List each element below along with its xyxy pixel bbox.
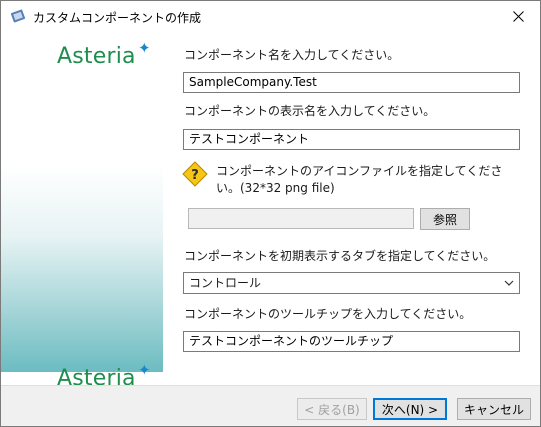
icon-file-label: コンポーネントのアイコンファイルを指定してくださ	[216, 164, 503, 178]
cancel-button[interactable]: キャンセル	[457, 398, 531, 420]
chevron-down-icon	[504, 280, 514, 286]
title-bar: カスタムコンポーネントの作成	[1, 1, 540, 31]
initial-tab-label: コンポーネントを初期表示するタブを指定してください。	[184, 249, 496, 263]
next-button[interactable]: 次へ(N) >	[373, 398, 447, 420]
tooltip-field[interactable]: テストコンポーネントのツールチップ	[183, 331, 520, 352]
close-button[interactable]	[496, 1, 540, 31]
svg-text:?: ?	[191, 168, 199, 183]
initial-tab-value: コントロール	[189, 276, 262, 290]
wizard-footer: < 戻る(B) 次へ(N) > キャンセル	[1, 385, 540, 426]
wizard-content: コンポーネント名を入力してください。 SampleCompany.Test コン…	[163, 31, 540, 385]
sparkle-icon: ✦	[137, 39, 151, 57]
app-icon	[10, 8, 26, 24]
display-name-field[interactable]: テストコンポーネント	[183, 129, 520, 150]
component-name-field[interactable]: SampleCompany.Test	[183, 72, 520, 93]
tooltip-label: コンポーネントのツールチップを入力してください。	[184, 307, 472, 321]
browse-button[interactable]: 参照	[420, 208, 470, 230]
icon-path-field	[188, 208, 414, 229]
question-warning-icon: ?	[182, 161, 208, 187]
display-name-label: コンポーネントの表示名を入力してください。	[184, 104, 436, 118]
close-icon	[512, 10, 524, 22]
dialog-window: カスタムコンポーネントの作成 Asteria ✦ Asteria ✦ コンポーネ…	[0, 0, 541, 427]
sparkle-icon: ✦	[137, 361, 151, 379]
back-button[interactable]: < 戻る(B)	[297, 398, 367, 420]
initial-tab-select[interactable]: コントロール	[183, 272, 520, 294]
window-title: カスタムコンポーネントの作成	[33, 11, 202, 25]
logo-top: Asteria ✦	[57, 39, 151, 69]
wizard-sidebar: Asteria ✦ Asteria ✦	[1, 31, 163, 415]
icon-file-label-cont: い。(32*32 png file)	[216, 181, 335, 195]
logo-text: Asteria	[57, 44, 136, 69]
component-name-label: コンポーネント名を入力してください。	[184, 48, 400, 62]
